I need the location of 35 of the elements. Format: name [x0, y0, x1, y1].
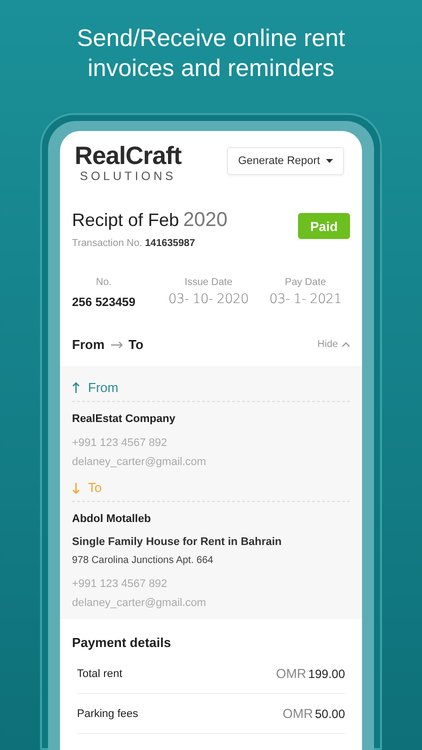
from-label: From [72, 337, 104, 352]
detail-label: No. [96, 277, 112, 288]
phone-number: +991 123 4567 892 [72, 578, 168, 590]
email-address: delaney_carter@gmail.com [72, 597, 208, 609]
fee-label: Total rent [77, 668, 122, 680]
receipt-year: 2020 [183, 209, 228, 232]
transaction-number: Transaction No. 141635987 [72, 238, 196, 249]
section-title: Payment details [72, 635, 172, 650]
detail-value: 256 523459 [72, 295, 136, 309]
chevron-icon [342, 342, 350, 347]
detail-value: 03- 1- 2021 [269, 292, 342, 307]
property-title: Single Family House for Rent in Bahrain [72, 536, 283, 548]
arrow-right-icon [110, 340, 122, 348]
phone-number: +991 123 4567 892 [72, 437, 168, 449]
email-address: delaney_carter@gmail.com [72, 456, 208, 468]
fee-amount: 199.00 [308, 667, 345, 681]
company-logo: RealCraft SOLUTIONS [74, 143, 182, 183]
section-heading: To [88, 480, 102, 495]
detail-value: 03- 10- 2020 [168, 292, 249, 307]
fee-label: Parking fees [77, 708, 138, 720]
detail-label: Issue Date [184, 277, 232, 288]
headline: Send/Receive online rent invoices and reminders [76, 24, 346, 84]
currency-code: OMR [282, 706, 313, 721]
caret-icon [326, 159, 333, 163]
status-badge: Paid [298, 213, 350, 239]
receipt-title: Recipt of Feb [72, 210, 180, 231]
to-label: To [128, 337, 144, 352]
fee-amount: 50.00 [314, 707, 345, 721]
party-name: Abdol Motalleb [72, 513, 152, 525]
detail-label: Pay Date [284, 277, 326, 288]
generate-report-button[interactable]: Generate Report [227, 147, 344, 175]
section-heading: From [88, 380, 118, 395]
currency-code: OMR [276, 666, 306, 681]
party-name: RealEstat Company [72, 413, 176, 425]
address-text: 978 Carolina Junctions Apt. 664 [72, 555, 214, 566]
